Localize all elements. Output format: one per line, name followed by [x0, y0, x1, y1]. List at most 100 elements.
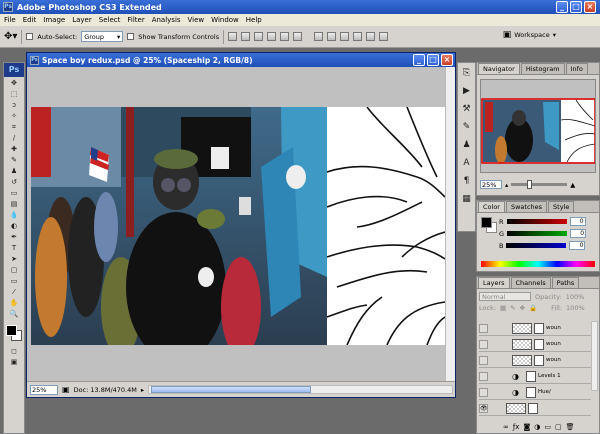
marquee-tool-icon[interactable]: ⬚ — [5, 89, 23, 99]
lock-all-icon[interactable]: 🔒 — [529, 304, 537, 312]
status-info-icon[interactable]: ▣ — [62, 385, 70, 394]
tab-styles[interactable]: Style — [548, 201, 575, 212]
move-tool-preset-icon[interactable]: ✥▾ — [4, 31, 17, 42]
new-adjustment-icon[interactable]: ◑ — [534, 423, 540, 431]
distribute-vcenter-icon[interactable] — [327, 32, 337, 41]
tab-navigator[interactable]: Navigator — [478, 63, 520, 74]
shape-tool-icon[interactable]: ▢ — [5, 265, 23, 275]
blend-mode-dropdown[interactable]: Normal — [479, 292, 531, 301]
color-panel-foreground[interactable] — [481, 217, 492, 228]
layer-visibility-toggle[interactable] — [479, 355, 488, 365]
move-tool-icon[interactable]: ✥ — [5, 78, 23, 88]
clone-stamp-tool-icon[interactable]: ♟ — [5, 166, 23, 176]
history-panel-icon[interactable]: ⎘ — [459, 66, 474, 81]
zoom-tool-icon[interactable]: 🔍 — [5, 309, 23, 319]
document-title-bar[interactable]: Ps Space boy redux.psd @ 25% (Spaceship … — [27, 53, 455, 67]
green-slider[interactable] — [507, 231, 568, 236]
align-hcenter-icon[interactable] — [280, 32, 290, 41]
align-top-icon[interactable] — [228, 32, 238, 41]
red-slider[interactable] — [506, 219, 567, 224]
menu-help[interactable]: Help — [246, 16, 262, 24]
close-button[interactable]: × — [584, 1, 596, 13]
navigator-zoom-slider-knob[interactable] — [527, 180, 533, 189]
tool-presets-icon[interactable]: ⚒ — [459, 102, 474, 117]
menu-view[interactable]: View — [188, 16, 205, 24]
workspace-switcher[interactable]: ▣ Workspace ▾ — [503, 30, 556, 40]
align-vcenter-icon[interactable] — [241, 32, 251, 41]
layer-visibility-toggle[interactable] — [479, 387, 488, 397]
brush-tool-icon[interactable]: ✎ — [5, 155, 23, 165]
blue-slider[interactable] — [506, 243, 567, 248]
auto-select-dropdown[interactable]: Group ▾ — [81, 31, 124, 42]
horizontal-scrollbar[interactable] — [148, 385, 453, 394]
dodge-tool-icon[interactable]: ◐ — [5, 221, 23, 231]
character-panel-icon[interactable]: A — [459, 156, 474, 171]
eraser-tool-icon[interactable]: ▭ — [5, 188, 23, 198]
menu-analysis[interactable]: Analysis — [152, 16, 181, 24]
hand-tool-icon[interactable]: ✋ — [5, 298, 23, 308]
show-transform-checkbox[interactable] — [127, 33, 135, 40]
vertical-scrollbar[interactable] — [445, 67, 455, 383]
fill-value[interactable]: 100% — [566, 304, 585, 312]
lock-position-icon[interactable]: ✥ — [520, 304, 525, 312]
document-close-button[interactable]: × — [441, 54, 453, 66]
pen-tool-icon[interactable]: ✒ — [5, 232, 23, 242]
notes-tool-icon[interactable]: ▭ — [5, 276, 23, 286]
screen-mode-icon[interactable]: ▣ — [5, 357, 23, 367]
align-left-icon[interactable] — [267, 32, 277, 41]
red-value[interactable]: 0 — [569, 217, 586, 226]
align-right-icon[interactable] — [293, 32, 303, 41]
quick-mask-icon[interactable]: ◻ — [5, 346, 23, 356]
healing-brush-tool-icon[interactable]: ✚ — [5, 144, 23, 154]
history-brush-tool-icon[interactable]: ↺ — [5, 177, 23, 187]
distribute-left-icon[interactable] — [353, 32, 363, 41]
document-maximize-button[interactable]: □ — [427, 54, 439, 66]
lasso-tool-icon[interactable]: ↄ — [5, 100, 23, 110]
paragraph-panel-icon[interactable]: ¶ — [459, 174, 474, 189]
layer-row[interactable]: ◑ Hue/ — [479, 385, 591, 400]
layer-visibility-toggle[interactable]: 👁 — [479, 403, 488, 413]
navigator-preview[interactable] — [480, 79, 596, 173]
tab-info[interactable]: Info — [565, 63, 588, 74]
menu-filter[interactable]: Filter — [127, 16, 144, 24]
blur-tool-icon[interactable]: 💧 — [5, 210, 23, 220]
align-bottom-icon[interactable] — [254, 32, 264, 41]
delete-layer-icon[interactable]: 🗑 — [566, 423, 575, 431]
minimize-button[interactable]: _ — [556, 1, 568, 13]
distribute-top-icon[interactable] — [314, 32, 324, 41]
navigator-zoom-field[interactable]: 25% — [480, 180, 502, 189]
add-mask-icon[interactable]: ◙ — [523, 423, 530, 431]
tab-color[interactable]: Color — [478, 201, 505, 212]
green-value[interactable]: 0 — [570, 229, 587, 238]
clone-source-icon[interactable]: ♟ — [459, 138, 474, 153]
horizontal-scroll-thumb[interactable] — [151, 386, 312, 393]
path-selection-tool-icon[interactable]: ➤ — [5, 254, 23, 264]
layer-comps-icon[interactable]: ▦ — [459, 192, 474, 207]
color-swatches[interactable] — [4, 323, 24, 345]
canvas-area[interactable] — [27, 67, 447, 383]
tab-channels[interactable]: Channels — [510, 277, 551, 288]
document-minimize-button[interactable]: _ — [413, 54, 425, 66]
magic-wand-tool-icon[interactable]: ✧ — [5, 111, 23, 121]
foreground-color-swatch[interactable] — [6, 325, 17, 336]
link-layers-icon[interactable]: ∞ — [503, 423, 509, 431]
menu-select[interactable]: Select — [99, 16, 121, 24]
menu-layer[interactable]: Layer — [72, 16, 92, 24]
menu-image[interactable]: Image — [43, 16, 65, 24]
color-panel-swatches[interactable] — [481, 217, 497, 233]
lock-pixels-icon[interactable]: ✎ — [510, 304, 515, 312]
gradient-tool-icon[interactable]: ▤ — [5, 199, 23, 209]
layers-scrollbar[interactable] — [591, 321, 598, 391]
distribute-hcenter-icon[interactable] — [366, 32, 376, 41]
auto-select-checkbox[interactable] — [26, 33, 34, 40]
zoom-out-icon[interactable]: ▴ — [505, 181, 508, 189]
slice-tool-icon[interactable]: ∕ — [5, 133, 23, 143]
layer-visibility-toggle[interactable] — [479, 371, 488, 381]
layer-row[interactable]: 👁 — [479, 401, 591, 416]
layer-row[interactable]: woun — [479, 337, 591, 352]
menu-file[interactable]: File — [4, 16, 16, 24]
actions-panel-icon[interactable]: ▶ — [459, 84, 474, 99]
tab-swatches[interactable]: Swatches — [505, 201, 548, 212]
zoom-in-icon[interactable]: ▲ — [570, 181, 575, 189]
layer-row[interactable]: woun — [479, 353, 591, 368]
